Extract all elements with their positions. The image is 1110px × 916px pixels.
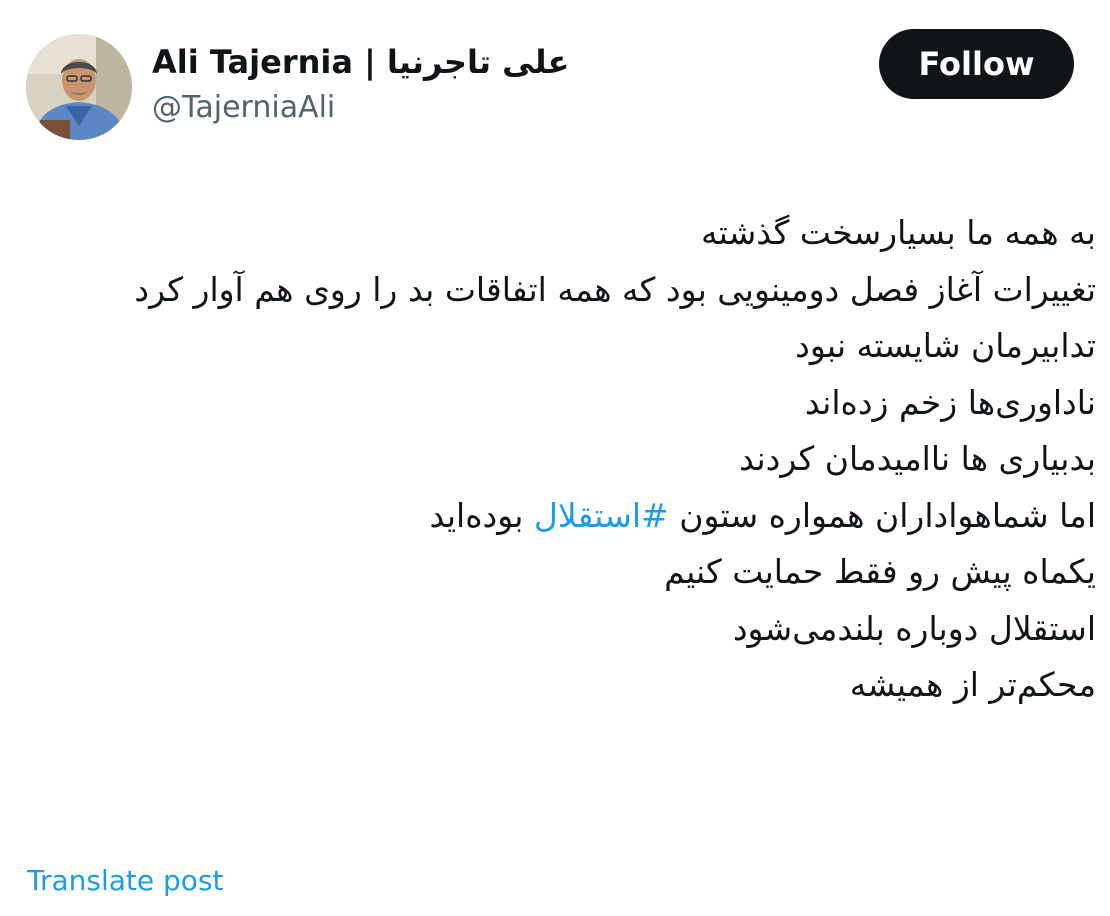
avatar[interactable] (26, 34, 132, 140)
follow-button[interactable]: Follow (879, 29, 1074, 99)
post-line-2: تغییرات آغاز فصل دومینویی بود که همه اتف… (134, 269, 1096, 309)
hashtag-link[interactable]: #استقلال (534, 496, 669, 535)
post-line-hashtag: اما شماهواداران همواره ستون #استقلال بود… (31, 488, 1096, 545)
post-line-8: استقلال دوباره بلندمی‌شود (732, 608, 1096, 648)
author-handle[interactable]: @TajerniaAli (152, 88, 335, 128)
post-line-6-after: بوده‌اید (429, 495, 534, 535)
profile-photo-icon (26, 34, 132, 140)
post-line-3: تدابیرمان شایسته نبود (795, 326, 1096, 365)
post-line-6-before: اما شماهواداران همواره ستون (668, 495, 1096, 535)
post-line-7: یکماه پیش رو فقط حمایت کنیم (664, 552, 1096, 591)
post-line-1: به همه ما بسیارسخت گذشته (700, 213, 1096, 252)
post-line-4: ناداوری‌ها زخم زده‌اند (804, 382, 1096, 422)
author-display-name[interactable]: Ali Tajernia | علی تاجرنیا (152, 40, 569, 84)
translate-post-link[interactable]: Translate post (27, 862, 224, 900)
post-header: Ali Tajernia | علی تاجرنیا @TajerniaAli … (0, 0, 1110, 150)
post-line-9: محکم‌تر از همیشه (849, 665, 1096, 704)
post-line-5: بدبیاری ها ناامیدمان کردند (739, 439, 1096, 478)
post-text: به همه ما بسیارسخت گذشته تغییرات آغاز فص… (31, 205, 1096, 714)
